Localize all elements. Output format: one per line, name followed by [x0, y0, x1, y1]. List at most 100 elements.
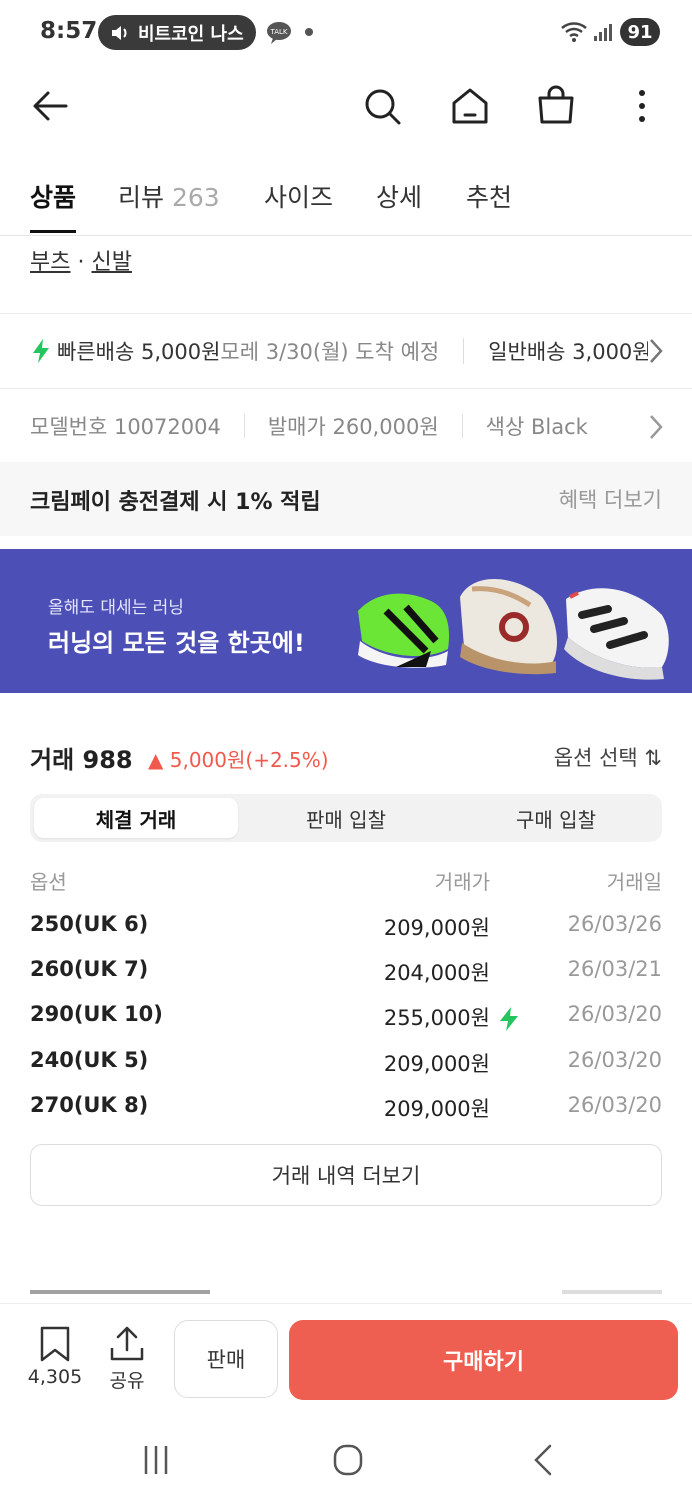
- tab-detail[interactable]: 상세: [376, 178, 422, 214]
- share-button[interactable]: 공유: [100, 1326, 154, 1393]
- normal-delivery-label: 일반배송 3,000원: [488, 340, 652, 364]
- row-date: 26/03/20: [567, 1002, 662, 1026]
- buy-button[interactable]: 구매하기: [289, 1320, 678, 1400]
- banner-shoes-image: [358, 579, 669, 680]
- back-nav-icon[interactable]: [524, 1440, 564, 1480]
- fast-delivery-eta: 모레 3/30(월) 도착 예정: [220, 340, 440, 364]
- battery-indicator: 91: [620, 18, 660, 46]
- row-option: 270(UK 8): [30, 1093, 149, 1117]
- fast-delivery-bolt-icon: [33, 339, 49, 363]
- divider: [0, 388, 692, 389]
- home-icon[interactable]: [448, 84, 492, 128]
- row-price: 204,000원: [383, 961, 490, 985]
- header-price: 거래가: [434, 870, 490, 894]
- sell-button[interactable]: 판매: [174, 1320, 278, 1398]
- row-price: 209,000원: [383, 1052, 490, 1076]
- row-price: 209,000원: [383, 1097, 490, 1121]
- row-date: 26/03/20: [567, 1093, 662, 1117]
- speaker-icon: [112, 25, 127, 40]
- product-tabs: 상품 리뷰 263 사이즈 상세 추천: [0, 160, 692, 236]
- share-label: 공유: [109, 1370, 145, 1392]
- media-title: 비트코인 나스: [138, 23, 244, 45]
- fast-delivery-bolt-icon: [500, 1007, 518, 1031]
- notification-dot-icon: [305, 28, 313, 36]
- delivery-separator: [463, 338, 465, 364]
- header-date: 거래일: [606, 870, 662, 894]
- bookmark-icon: [40, 1326, 70, 1362]
- benefit-title: 크림페이 충전결제 시 1% 적립: [30, 490, 321, 515]
- table-row: 240(UK 5) 209,000원 26/03/20: [30, 1048, 662, 1084]
- tab-size[interactable]: 사이즈: [264, 178, 333, 214]
- tab-product[interactable]: 상품: [30, 178, 76, 214]
- fast-delivery-label: 빠른배송 5,000원: [57, 340, 221, 364]
- row-price: 255,000원: [383, 1006, 490, 1030]
- shopping-bag-icon[interactable]: [534, 84, 578, 128]
- model-info-row[interactable]: 모델번호 10072004 발매가 260,000원 색상 Black: [0, 390, 692, 462]
- trade-history-more-button[interactable]: 거래 내역 더보기: [30, 1144, 662, 1206]
- banner-title: 러닝의 모든 것을 한곳에!: [48, 629, 305, 657]
- bookmark-count: 4,305: [27, 1366, 83, 1388]
- wifi-icon: [561, 22, 587, 42]
- benefit-more-link[interactable]: 혜택 더보기: [559, 484, 662, 514]
- delivery-options-row[interactable]: 빠른배송 5,000원 모레 3/30(월) 도착 예정 일반배송 3,000원: [0, 314, 692, 388]
- row-option: 260(UK 7): [30, 957, 149, 981]
- category-breadcrumb: 부츠 · 신발: [30, 244, 132, 276]
- row-price: 209,000원: [383, 916, 490, 940]
- row-option: 250(UK 6): [30, 912, 149, 936]
- media-playing-pill[interactable]: 비트코인 나스: [98, 15, 256, 50]
- price-change: ▲ 5,000원(+2.5%): [148, 748, 329, 772]
- row-option: 290(UK 10): [30, 1002, 163, 1026]
- table-row: 270(UK 8) 209,000원 26/03/20: [30, 1093, 662, 1129]
- chevron-right-icon: [648, 338, 664, 364]
- tab-recommend[interactable]: 추천: [466, 178, 512, 214]
- search-icon[interactable]: [360, 84, 404, 128]
- table-row: 260(UK 7) 204,000원 26/03/21: [30, 957, 662, 993]
- segment-executed-trades[interactable]: 체결 거래: [34, 798, 238, 838]
- tab-review[interactable]: 리뷰 263: [118, 178, 220, 214]
- trade-segment-control: 체결 거래 판매 입찰 구매 입찰: [30, 794, 662, 842]
- row-date: 26/03/26: [567, 912, 662, 936]
- kakaotalk-icon: TALK: [267, 22, 291, 44]
- benefit-row: 크림페이 충전결제 시 1% 적립 혜택 더보기: [0, 462, 692, 536]
- option-select-button[interactable]: 옵션 선택 ⇅: [554, 742, 662, 772]
- tab-active-indicator: [30, 230, 76, 233]
- header-option: 옵션: [30, 870, 67, 894]
- row-option: 240(UK 5): [30, 1048, 149, 1072]
- tab-review-count: 263: [171, 183, 220, 212]
- bookmark-button[interactable]: 4,305: [26, 1326, 84, 1388]
- bottom-action-bar: 4,305 공유 판매 구매하기: [0, 1303, 692, 1410]
- back-arrow-icon[interactable]: [28, 84, 72, 128]
- more-vert-icon[interactable]: [620, 84, 664, 128]
- segment-sell-bids[interactable]: 판매 입찰: [244, 798, 448, 838]
- home-nav-icon[interactable]: [328, 1440, 368, 1480]
- category-link-shoes[interactable]: 신발: [91, 250, 131, 275]
- color-info: 색상 Black: [485, 415, 588, 439]
- share-icon: [110, 1326, 144, 1361]
- signal-icon: [594, 24, 612, 41]
- row-date: 26/03/21: [567, 957, 662, 981]
- status-time: 8:57: [40, 18, 98, 44]
- chevron-right-icon: [650, 415, 663, 439]
- cutoff-text-right: [562, 1290, 662, 1302]
- trade-title: 거래 988: [30, 746, 133, 774]
- table-row: 250(UK 6) 209,000원 26/03/26: [30, 912, 662, 948]
- recent-apps-icon[interactable]: [136, 1440, 176, 1480]
- model-number: 모델번호 10072004: [30, 415, 221, 439]
- trade-table-header: 옵션 거래가 거래일: [30, 866, 662, 896]
- cutoff-text-left: [30, 1290, 210, 1302]
- talk-text: TALK: [269, 28, 287, 36]
- top-app-bar: [0, 66, 692, 146]
- trade-header: 거래 988 ▲ 5,000원(+2.5%) 옵션 선택 ⇅: [30, 740, 662, 774]
- segment-buy-bids[interactable]: 구매 입찰: [454, 798, 658, 838]
- promo-banner[interactable]: 올해도 대세는 러닝 러닝의 모든 것을 한곳에!: [0, 549, 692, 693]
- release-price: 발매가 260,000원: [267, 415, 439, 439]
- row-date: 26/03/20: [567, 1048, 662, 1072]
- category-separator: ·: [70, 250, 92, 275]
- tab-review-label: 리뷰: [118, 183, 165, 212]
- next-section-cutoff: [30, 1290, 662, 1304]
- system-navigation-bar: [0, 1420, 692, 1500]
- category-link-boots[interactable]: 부츠: [30, 250, 70, 275]
- banner-subtitle: 올해도 대세는 러닝: [48, 598, 184, 618]
- status-bar: 8:57 비트코인 나스 TALK 91: [0, 0, 692, 66]
- table-row: 290(UK 10) 255,000원 26/03/20: [30, 1002, 662, 1038]
